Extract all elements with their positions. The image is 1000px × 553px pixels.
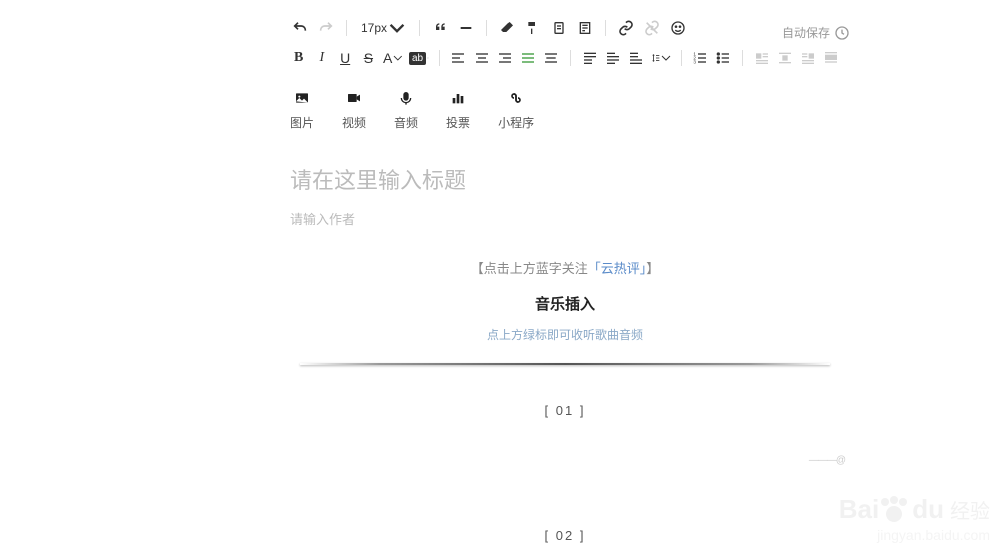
insert-image-button[interactable]: 图片 — [290, 88, 314, 131]
separator — [439, 50, 440, 66]
ordered-list-icon[interactable]: 123 — [692, 48, 709, 68]
toolbar-row-1: 17px — [290, 18, 840, 38]
editor-content[interactable]: 请在这里输入标题 请输入作者 【点击上方蓝字关注「云热评」】 音乐插入 点上方绿… — [290, 163, 840, 543]
toolbar: 17px B I U S A ab — [290, 18, 840, 68]
svg-text:3: 3 — [694, 59, 697, 64]
float-left-icon[interactable] — [753, 48, 770, 68]
line-height-icon[interactable] — [651, 48, 671, 68]
separator — [605, 20, 606, 36]
emoji-icon[interactable] — [668, 18, 688, 38]
underline-icon[interactable]: U — [337, 48, 354, 68]
image-icon — [292, 88, 312, 108]
video-icon — [344, 88, 364, 108]
separator — [346, 20, 347, 36]
italic-icon[interactable]: I — [313, 48, 330, 68]
paw-icon — [879, 498, 909, 522]
follow-link[interactable]: 「云热评」 — [588, 261, 647, 276]
align-left-icon[interactable] — [450, 48, 467, 68]
indent-bottom-icon[interactable] — [627, 48, 644, 68]
media-label: 音频 — [394, 114, 418, 131]
separator — [419, 20, 420, 36]
align-justify-icon[interactable] — [520, 48, 537, 68]
background-color-icon[interactable]: ab — [409, 48, 429, 68]
clock-icon — [834, 25, 850, 41]
separator — [742, 50, 743, 66]
strikethrough-icon[interactable]: S — [360, 48, 377, 68]
media-label: 小程序 — [498, 114, 534, 131]
insert-vote-button[interactable]: 投票 — [446, 88, 470, 131]
font-color-icon[interactable]: A — [383, 48, 403, 68]
unordered-list-icon[interactable] — [715, 48, 732, 68]
format-painter-icon[interactable] — [523, 18, 543, 38]
music-insert-title: 音乐插入 — [290, 293, 840, 314]
unlink-icon[interactable] — [642, 18, 662, 38]
media-label: 视频 — [342, 114, 366, 131]
indent-middle-icon[interactable] — [604, 48, 621, 68]
separator — [486, 20, 487, 36]
autosave-status: 自动保存 — [782, 24, 850, 41]
audio-icon — [396, 88, 416, 108]
bold-icon[interactable]: B — [290, 48, 307, 68]
watermark: Baidu经验 jingyan.baidu.com — [839, 494, 990, 543]
redo-icon[interactable] — [316, 18, 336, 38]
clipboard-icon[interactable] — [549, 18, 569, 38]
eraser-icon[interactable] — [497, 18, 517, 38]
notes-icon[interactable] — [575, 18, 595, 38]
section-number-1: [ 01 ] — [290, 403, 840, 418]
indent-top-icon[interactable] — [581, 48, 598, 68]
title-input[interactable]: 请在这里输入标题 — [290, 163, 840, 195]
follow-line: 【点击上方蓝字关注「云热评」】 — [290, 258, 840, 277]
float-indicator: ———@ — [809, 455, 845, 466]
float-none-icon[interactable] — [823, 48, 840, 68]
align-right-icon[interactable] — [496, 48, 513, 68]
align-distribute-icon[interactable] — [543, 48, 560, 68]
vote-icon — [448, 88, 468, 108]
hr-icon[interactable] — [456, 18, 476, 38]
undo-icon[interactable] — [290, 18, 310, 38]
insert-miniapp-button[interactable]: 小程序 — [498, 88, 534, 131]
insert-video-button[interactable]: 视频 — [342, 88, 366, 131]
miniapp-icon — [506, 88, 526, 108]
quote-icon[interactable] — [430, 18, 450, 38]
media-label: 图片 — [290, 114, 314, 131]
align-center-icon[interactable] — [473, 48, 490, 68]
green-hint: 点上方绿标即可收听歌曲音频 — [290, 326, 840, 343]
font-size-selector[interactable]: 17px — [357, 20, 409, 36]
section-number-2: [ 02 ] — [290, 528, 840, 543]
divider — [300, 363, 830, 365]
insert-audio-button[interactable]: 音频 — [394, 88, 418, 131]
float-right-icon[interactable] — [799, 48, 816, 68]
media-toolbar: 图片 视频 音频 投票 小程序 — [290, 88, 840, 131]
author-input[interactable]: 请输入作者 — [290, 209, 840, 228]
article-body[interactable]: 【点击上方蓝字关注「云热评」】 音乐插入 点上方绿标即可收听歌曲音频 [ 01 … — [290, 258, 840, 543]
float-center-icon[interactable] — [776, 48, 793, 68]
media-label: 投票 — [446, 114, 470, 131]
separator — [570, 50, 571, 66]
separator — [681, 50, 682, 66]
toolbar-row-2: B I U S A ab 123 — [290, 48, 840, 68]
link-icon[interactable] — [616, 18, 636, 38]
